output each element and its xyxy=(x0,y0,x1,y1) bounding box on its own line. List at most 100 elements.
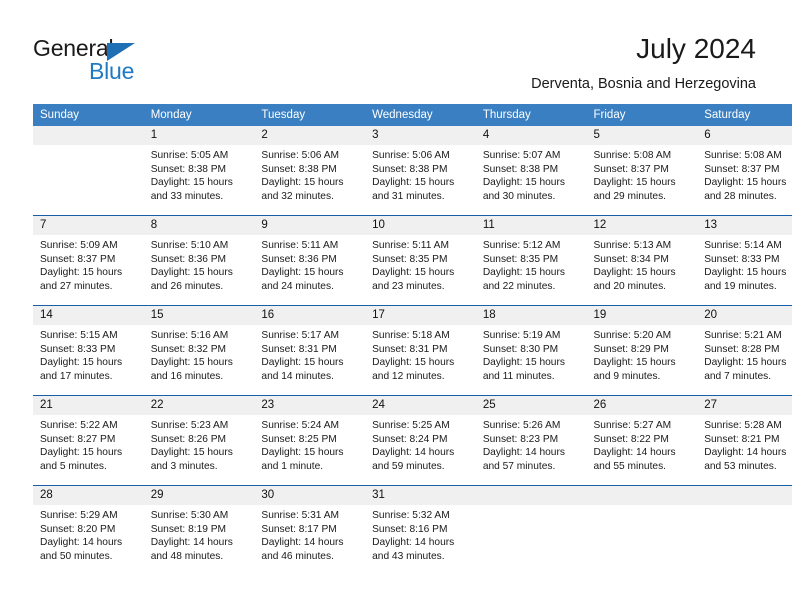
sunset-text: Sunset: 8:37 PM xyxy=(704,163,780,175)
day-number xyxy=(33,126,144,145)
daylight-text: and 55 minutes. xyxy=(593,460,667,472)
calendar-day-cell[interactable]: 7 Sunrise: 5:09 AM Sunset: 8:37 PM Daylight… xyxy=(33,215,144,306)
brand-logo[interactable]: General Blue xyxy=(33,36,253,84)
sunrise-text: Sunrise: 5:20 AM xyxy=(593,330,672,341)
calendar-day-cell[interactable]: 31 Sunrise: 5:32 AM Sunset: 8:16 PM Dayligh… xyxy=(365,485,476,575)
calendar-day-cell[interactable]: 12 Sunrise: 5:13 AM Sunset: 8:34 PM Dayligh… xyxy=(586,215,698,306)
calendar-day-cell[interactable]: 26 Sunrise: 5:27 AM Sunset: 8:22 PM Dayligh… xyxy=(586,395,698,486)
calendar-day-cell[interactable]: 24 Sunrise: 5:25 AM Sunset: 8:24 PM Dayligh… xyxy=(365,395,476,486)
calendar-day-cell[interactable]: 4 Sunrise: 5:07 AM Sunset: 8:38 PM Daylight… xyxy=(475,126,587,216)
calendar-body: 1 Sunrise: 5:05 AM Sunset: 8:38 PM Daylight… xyxy=(33,126,792,575)
calendar-day-cell[interactable]: 2 Sunrise: 5:06 AM Sunset: 8:38 PM Daylight… xyxy=(254,126,366,216)
daylight-text: Daylight: 15 hours xyxy=(704,267,787,278)
calendar-day-cell[interactable]: 22 Sunrise: 5:23 AM Sunset: 8:26 PM Dayligh… xyxy=(143,395,255,486)
calendar-day-cell[interactable]: 27 Sunrise: 5:28 AM Sunset: 8:21 PM Dayligh… xyxy=(697,395,792,486)
weekday-header-thursday: Thursday xyxy=(475,104,587,126)
daylight-text: and 33 minutes. xyxy=(150,190,224,202)
calendar-day-cell[interactable]: 21 Sunrise: 5:22 AM Sunset: 8:27 PM Dayligh… xyxy=(33,395,144,486)
sunset-text: Sunset: 8:29 PM xyxy=(593,343,669,355)
calendar-day-cell[interactable]: 23 Sunrise: 5:24 AM Sunset: 8:25 PM Dayligh… xyxy=(254,395,366,486)
day-details: Sunrise: 5:10 AM Sunset: 8:36 PM Daylight:… xyxy=(144,235,255,293)
sunset-text: Sunset: 8:27 PM xyxy=(40,433,116,445)
calendar-day-cell[interactable]: 28 Sunrise: 5:29 AM Sunset: 8:20 PM Dayligh… xyxy=(33,485,144,575)
day-number: 8 xyxy=(143,216,255,235)
weekday-header-saturday: Saturday xyxy=(697,104,792,126)
calendar-day-cell[interactable]: 14 Sunrise: 5:15 AM Sunset: 8:33 PM Dayligh… xyxy=(33,305,144,396)
day-number: 18 xyxy=(475,306,587,325)
calendar-week-row: 7 Sunrise: 5:09 AM Sunset: 8:37 PM Daylight… xyxy=(33,215,792,306)
calendar-day-cell[interactable]: 6 Sunrise: 5:08 AM Sunset: 8:37 PM Daylight… xyxy=(697,126,792,216)
daylight-text: Daylight: 15 hours xyxy=(40,357,123,368)
daylight-text: and 48 minutes. xyxy=(150,550,224,562)
daylight-text: and 22 minutes. xyxy=(482,280,556,292)
day-details: Sunrise: 5:14 AM Sunset: 8:33 PM Daylight:… xyxy=(697,235,792,293)
daylight-text: and 5 minutes. xyxy=(40,460,107,472)
weekday-header-wednesday: Wednesday xyxy=(365,104,476,126)
calendar-day-cell[interactable]: 20 Sunrise: 5:21 AM Sunset: 8:28 PM Dayligh… xyxy=(697,305,792,396)
daylight-text: and 24 minutes. xyxy=(261,280,334,292)
day-number: 6 xyxy=(697,126,792,145)
day-number: 21 xyxy=(33,396,144,415)
calendar-day-cell[interactable]: 8 Sunrise: 5:10 AM Sunset: 8:36 PM Daylight… xyxy=(143,215,255,306)
daylight-text: Daylight: 15 hours xyxy=(372,177,455,188)
daylight-text: Daylight: 14 hours xyxy=(593,447,676,458)
day-number: 28 xyxy=(33,486,144,505)
calendar-day-cell[interactable]: 18 Sunrise: 5:19 AM Sunset: 8:30 PM Dayligh… xyxy=(475,305,587,396)
calendar-day-cell[interactable]: 25 Sunrise: 5:26 AM Sunset: 8:23 PM Dayligh… xyxy=(475,395,587,486)
day-number: 13 xyxy=(697,216,792,235)
sunset-text: Sunset: 8:32 PM xyxy=(150,343,227,355)
sunset-text: Sunset: 8:16 PM xyxy=(372,523,448,535)
calendar-week-row: 14 Sunrise: 5:15 AM Sunset: 8:33 PM Dayligh… xyxy=(33,305,792,396)
calendar-day-cell[interactable]: 3 Sunrise: 5:06 AM Sunset: 8:38 PM Daylight… xyxy=(365,126,476,216)
sunrise-text: Sunrise: 5:11 AM xyxy=(261,240,339,251)
calendar-empty-cell xyxy=(475,485,587,575)
calendar-day-cell[interactable]: 15 Sunrise: 5:16 AM Sunset: 8:32 PM Dayligh… xyxy=(143,305,255,396)
day-details: Sunrise: 5:08 AM Sunset: 8:37 PM Daylight:… xyxy=(587,145,698,203)
daylight-text: and 16 minutes. xyxy=(150,370,224,382)
calendar-day-cell[interactable]: 9 Sunrise: 5:11 AM Sunset: 8:36 PM Daylight… xyxy=(254,215,366,306)
daylight-text: Daylight: 15 hours xyxy=(593,357,676,368)
day-number: 30 xyxy=(254,486,366,505)
day-details: Sunrise: 5:07 AM Sunset: 8:38 PM Daylight:… xyxy=(476,145,587,203)
day-number: 27 xyxy=(697,396,792,415)
title-block: July 2024 Derventa, Bosnia and Herzegovi… xyxy=(531,32,756,94)
daylight-text: Daylight: 15 hours xyxy=(372,267,455,278)
sunrise-text: Sunrise: 5:21 AM xyxy=(704,330,782,341)
sunrise-text: Sunrise: 5:16 AM xyxy=(150,330,229,341)
calendar-day-cell[interactable]: 16 Sunrise: 5:17 AM Sunset: 8:31 PM Dayligh… xyxy=(254,305,366,396)
daylight-text: and 7 minutes. xyxy=(704,370,772,382)
calendar-day-cell[interactable]: 17 Sunrise: 5:18 AM Sunset: 8:31 PM Dayligh… xyxy=(365,305,476,396)
daylight-text: and 14 minutes. xyxy=(261,370,334,382)
day-number: 19 xyxy=(586,306,698,325)
calendar-day-cell[interactable]: 29 Sunrise: 5:30 AM Sunset: 8:19 PM Dayligh… xyxy=(143,485,255,575)
day-details: Sunrise: 5:13 AM Sunset: 8:34 PM Daylight:… xyxy=(587,235,698,293)
day-number: 14 xyxy=(33,306,144,325)
daylight-text: Daylight: 15 hours xyxy=(150,447,233,458)
daylight-text: and 46 minutes. xyxy=(261,550,334,562)
sunrise-text: Sunrise: 5:27 AM xyxy=(593,420,672,431)
calendar-empty-cell xyxy=(33,126,144,216)
calendar-day-cell[interactable]: 30 Sunrise: 5:31 AM Sunset: 8:17 PM Dayligh… xyxy=(254,485,366,575)
daylight-text: Daylight: 15 hours xyxy=(593,267,676,278)
calendar-week-row: 1 Sunrise: 5:05 AM Sunset: 8:38 PM Daylight… xyxy=(33,126,792,216)
day-details: Sunrise: 5:06 AM Sunset: 8:38 PM Daylight:… xyxy=(365,145,476,203)
calendar-day-cell[interactable]: 5 Sunrise: 5:08 AM Sunset: 8:37 PM Daylight… xyxy=(586,126,698,216)
sunrise-text: Sunrise: 5:06 AM xyxy=(372,150,450,161)
daylight-text: Daylight: 15 hours xyxy=(261,357,344,368)
brand-name-blue: Blue xyxy=(89,58,135,84)
calendar-day-cell[interactable]: 13 Sunrise: 5:14 AM Sunset: 8:33 PM Dayligh… xyxy=(697,215,792,306)
daylight-text: and 53 minutes. xyxy=(704,460,777,472)
daylight-text: Daylight: 15 hours xyxy=(40,447,123,458)
calendar-day-cell[interactable]: 10 Sunrise: 5:11 AM Sunset: 8:35 PM Dayligh… xyxy=(365,215,476,306)
calendar-day-cell[interactable]: 19 Sunrise: 5:20 AM Sunset: 8:29 PM Dayligh… xyxy=(586,305,698,396)
day-number xyxy=(475,486,587,505)
daylight-text: Daylight: 15 hours xyxy=(704,357,787,368)
calendar-day-cell[interactable]: 11 Sunrise: 5:12 AM Sunset: 8:35 PM Dayligh… xyxy=(475,215,587,306)
daylight-text: and 19 minutes. xyxy=(704,280,777,292)
calendar-header-row: Sunday Monday Tuesday Wednesday Thursday Frid… xyxy=(33,104,792,126)
calendar-day-cell[interactable]: 1 Sunrise: 5:05 AM Sunset: 8:38 PM Daylight… xyxy=(143,126,255,216)
sunset-text: Sunset: 8:38 PM xyxy=(482,163,559,175)
day-details: Sunrise: 5:23 AM Sunset: 8:26 PM Daylight:… xyxy=(144,415,255,473)
sunset-text: Sunset: 8:34 PM xyxy=(593,253,669,265)
sunrise-text: Sunrise: 5:25 AM xyxy=(372,420,450,431)
